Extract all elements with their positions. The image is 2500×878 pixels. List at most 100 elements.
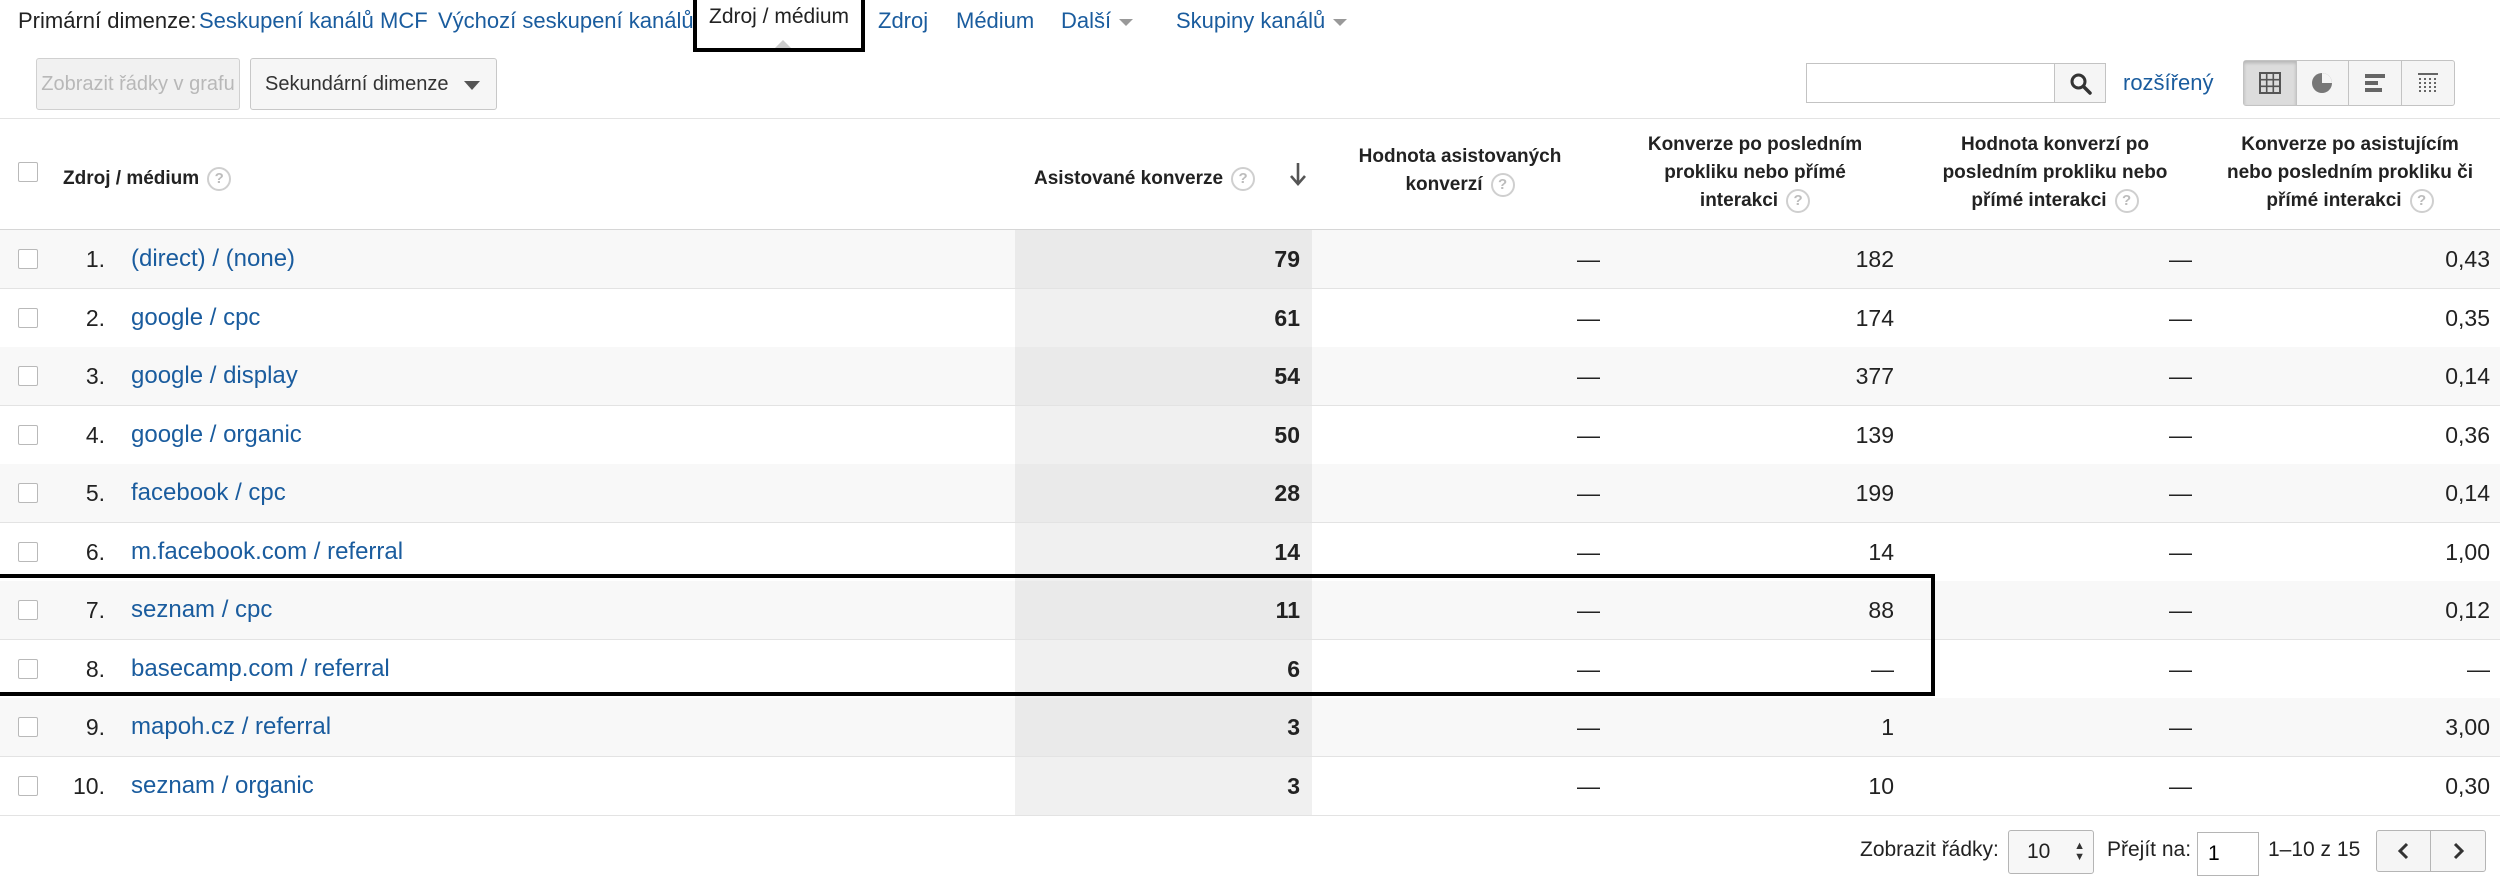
help-icon[interactable]: ?: [207, 166, 232, 191]
help-icon[interactable]: ?: [1786, 188, 1811, 213]
primary-dimension-bar: Primární dimenze: Seskupení kanálů MCF V…: [0, 0, 2500, 56]
conversion-ratio-cell: 0,12: [2445, 597, 2490, 623]
search-button[interactable]: [2054, 63, 2106, 103]
select-all-checkbox[interactable]: [18, 162, 38, 182]
table-row: 5. facebook / cpc 28 — 199 — 0,14: [0, 464, 2500, 523]
dim-link-mcf-channel-grouping[interactable]: Seskupení kanálů MCF: [199, 8, 428, 34]
view-bar-button[interactable]: [2349, 61, 2402, 105]
table-row: 7. seznam / cpc 11 — 88 — 0,12: [0, 581, 2500, 640]
goto-label: Přejít na:: [2107, 838, 2192, 861]
source-medium-link[interactable]: (direct) / (none): [131, 245, 295, 273]
source-medium-link[interactable]: basecamp.com / referral: [131, 655, 390, 683]
row-checkbox[interactable]: [18, 424, 38, 445]
header-last-click-value[interactable]: Hodnota konverzí po posledním prokliku n…: [1905, 131, 2205, 215]
row-number: 8.: [85, 655, 105, 682]
row-checkbox[interactable]: [18, 366, 38, 386]
assisted-conversions-cell: 79: [1274, 246, 1300, 272]
row-number: 6.: [85, 538, 105, 565]
assisted-value-cell: —: [1577, 538, 1600, 565]
row-number: 4.: [85, 421, 105, 448]
last-click-value-cell: —: [2169, 363, 2192, 389]
header-assisted-value-line2: konverzí: [1405, 174, 1483, 195]
goto-page-input[interactable]: [2197, 832, 2259, 876]
header-source-medium[interactable]: Zdroj / médium?: [63, 165, 232, 193]
secondary-dimension-dropdown[interactable]: Sekundární dimenze: [250, 58, 497, 110]
page-range: 1–10 z 15: [2268, 838, 2361, 861]
row-checkbox[interactable]: [18, 658, 38, 679]
dim-link-more[interactable]: Další: [1061, 8, 1134, 34]
updown-arrows-icon: ▲ ▼: [2074, 840, 2085, 863]
last-click-value-cell: —: [2169, 655, 2192, 682]
dim-link-source[interactable]: Zdroj: [878, 8, 928, 34]
last-click-value-cell: —: [2169, 597, 2192, 623]
header-last-click-conversions[interactable]: Konverze po posledním prokliku nebo přím…: [1610, 131, 1900, 215]
conversion-ratio-cell: 0,14: [2445, 363, 2490, 389]
dim-tab-source-medium-active[interactable]: Zdroj / médium: [693, 0, 865, 52]
secondary-dimension-label: Sekundární dimenze: [265, 73, 449, 95]
last-click-value-cell: —: [2169, 538, 2192, 565]
assisted-conversions-cell: 11: [1275, 597, 1300, 623]
conversion-ratio-cell: 1,00: [2445, 538, 2490, 565]
row-checkbox[interactable]: [18, 483, 38, 503]
active-tab-notch: [775, 40, 791, 48]
assisted-value-cell: —: [1577, 363, 1600, 389]
advanced-filter-link[interactable]: rozšířený: [2123, 70, 2213, 96]
dropdown-arrow-icon: [464, 81, 480, 90]
table-row: 8. basecamp.com / referral 6 — — — —: [0, 639, 2500, 699]
header-assisted-conversions[interactable]: Asistované konverze?: [1034, 165, 1256, 193]
source-medium-link[interactable]: seznam / organic: [131, 772, 314, 800]
source-medium-link[interactable]: facebook / cpc: [131, 479, 286, 507]
row-checkbox[interactable]: [18, 775, 38, 796]
table-row: 4. google / organic 50 — 139 — 0,36: [0, 405, 2500, 465]
table-row: 10. seznam / organic 3 — 10 — 0,30: [0, 756, 2500, 816]
header-last-click-value-line1: Hodnota konverzí po: [1961, 134, 2149, 155]
view-comparison-button[interactable]: [2402, 61, 2455, 105]
assisted-conversions-cell: 50: [1274, 421, 1300, 448]
help-icon[interactable]: ?: [1490, 172, 1515, 197]
source-medium-link[interactable]: google / organic: [131, 421, 302, 449]
row-checkbox[interactable]: [18, 541, 38, 562]
help-icon[interactable]: ?: [2114, 188, 2139, 213]
row-checkbox[interactable]: [18, 249, 38, 269]
dim-link-default-channel-grouping[interactable]: Výchozí seskupení kanálů: [438, 8, 694, 34]
previous-page-button[interactable]: [2377, 831, 2432, 871]
source-medium-link[interactable]: google / cpc: [131, 304, 260, 332]
next-page-button[interactable]: [2431, 831, 2485, 871]
source-medium-link[interactable]: mapoh.cz / referral: [131, 713, 331, 741]
row-checkbox[interactable]: [18, 307, 38, 328]
view-table-button[interactable]: [2244, 61, 2297, 105]
row-checkbox[interactable]: [18, 600, 38, 620]
header-assisted-conversions-label: Asistované konverze: [1034, 168, 1224, 189]
row-number: 2.: [85, 304, 105, 331]
source-medium-link[interactable]: m.facebook.com / referral: [131, 538, 403, 566]
table-search-input[interactable]: [1806, 63, 2054, 103]
help-icon[interactable]: ?: [1231, 166, 1256, 191]
last-click-value-cell: —: [2169, 246, 2192, 272]
dim-link-medium[interactable]: Médium: [956, 8, 1034, 34]
conversion-ratio-cell: —: [2467, 655, 2490, 682]
source-medium-link[interactable]: seznam / cpc: [131, 596, 272, 624]
assisted-value-cell: —: [1577, 304, 1600, 331]
assisted-value-cell: —: [1577, 655, 1600, 682]
row-checkbox[interactable]: [18, 717, 38, 737]
show-rows-select[interactable]: 10 ▲ ▼: [2008, 830, 2094, 874]
assisted-conversions-cell: 3: [1287, 772, 1300, 799]
view-pie-button[interactable]: [2297, 61, 2349, 105]
header-ratio-line2: nebo posledním prokliku či: [2227, 162, 2473, 183]
header-last-click-line2: prokliku nebo přímé: [1664, 162, 1846, 183]
table-row: 3. google / display 54 — 377 — 0,14: [0, 347, 2500, 406]
sort-descending-icon[interactable]: [1288, 161, 1308, 187]
last-click-value-cell: —: [2169, 304, 2192, 331]
header-assisted-value[interactable]: Hodnota asistovaných konverzí?: [1320, 143, 1600, 199]
dim-link-channel-groups[interactable]: Skupiny kanálů: [1176, 8, 1348, 34]
pager-buttons: [2376, 830, 2486, 872]
pagination-bar: Zobrazit řádky: 10 ▲▼ Přejít na: 1–10 z …: [0, 818, 2500, 878]
help-icon[interactable]: ?: [2409, 188, 2434, 213]
assisted-value-cell: —: [1577, 597, 1600, 623]
conversion-ratio-cell: 0,14: [2445, 480, 2490, 506]
plot-rows-button[interactable]: Zobrazit řádky v grafu: [36, 58, 240, 110]
header-conversion-ratio[interactable]: Konverze po asistujícím nebo posledním p…: [2200, 131, 2500, 215]
source-medium-link[interactable]: google / display: [131, 362, 298, 390]
table-header-row: Zdroj / médium? Asistované konverze? Hod…: [0, 118, 2500, 230]
chevron-left-icon: [2397, 842, 2408, 860]
